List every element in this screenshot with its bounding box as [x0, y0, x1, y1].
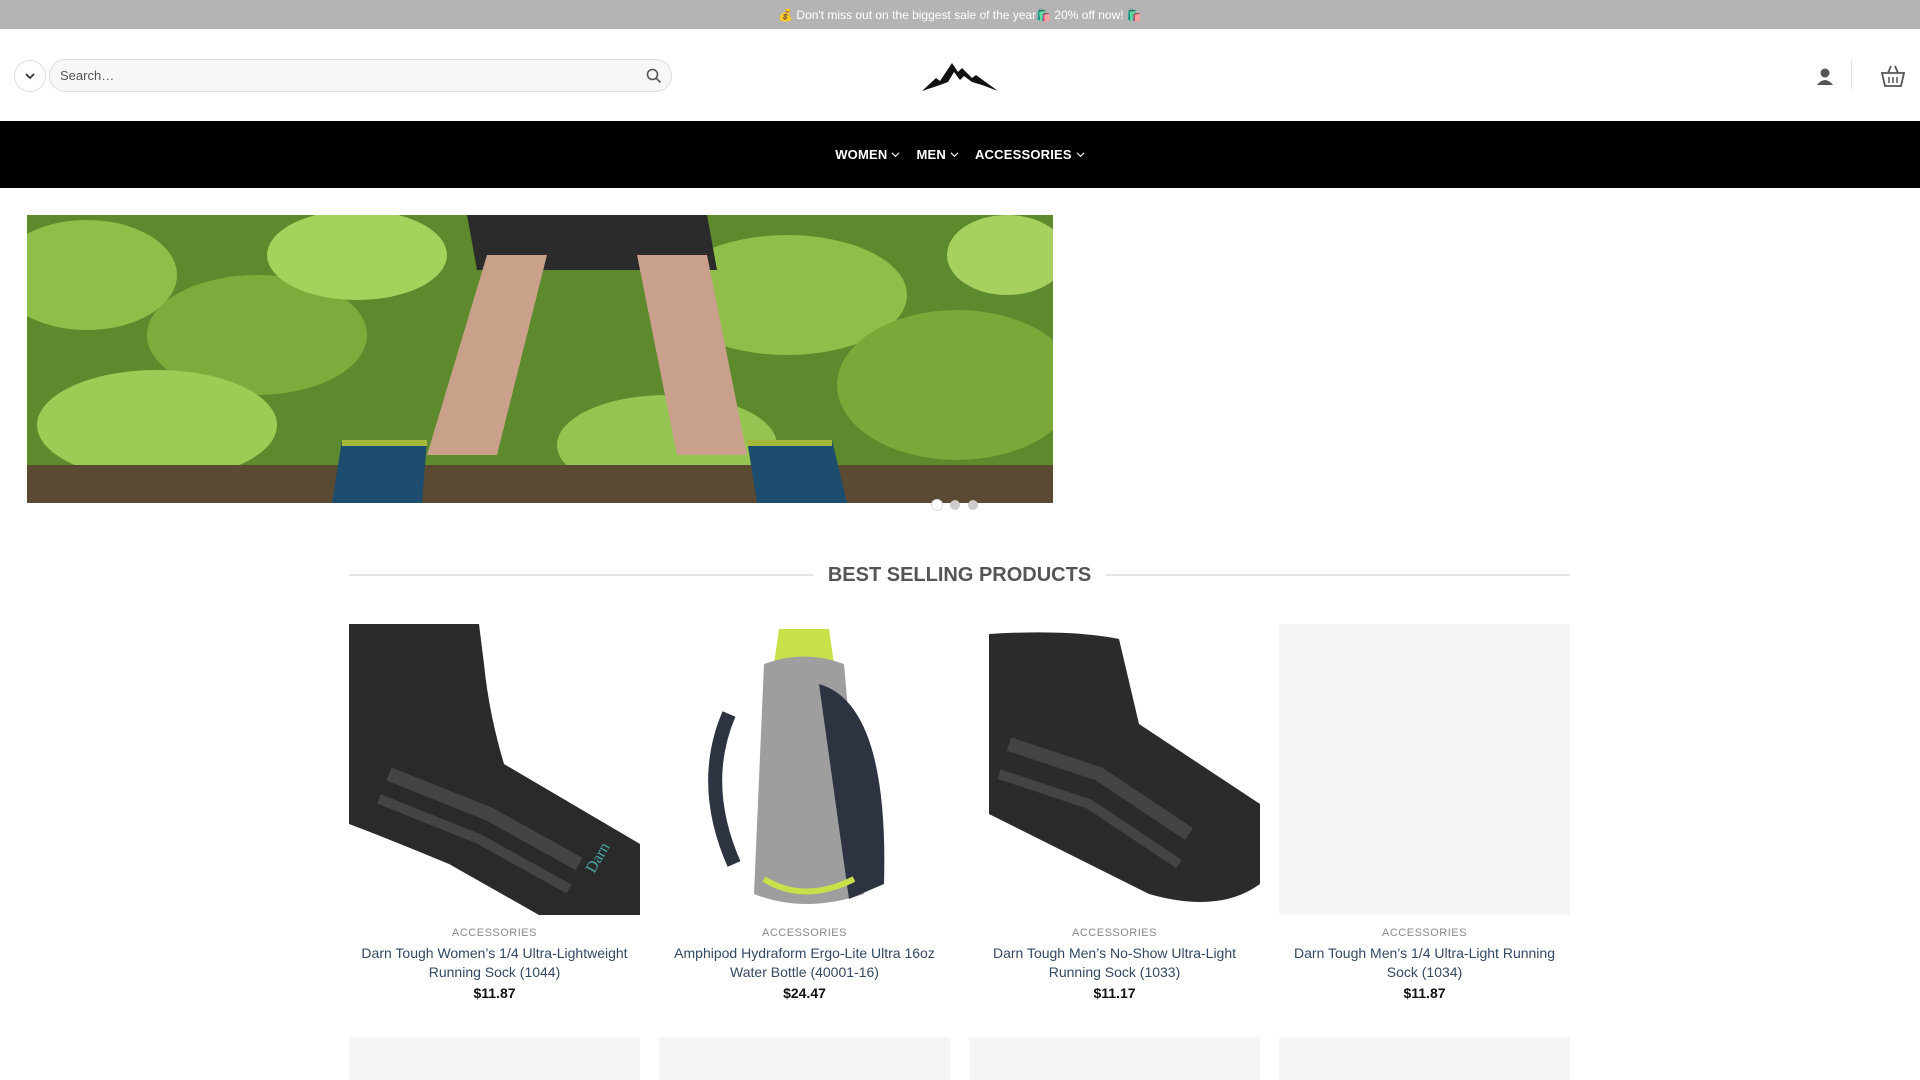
- cart-icon: [1880, 65, 1906, 87]
- chevron-down-icon: [25, 73, 35, 80]
- slider-dots: [932, 500, 978, 510]
- product-card[interactable]: ACCESSORIES Darn Tough Men’s 1/4 Ultra-L…: [1279, 624, 1570, 1001]
- product-image-placeholder[interactable]: [1279, 624, 1570, 915]
- product-image-placeholder[interactable]: [349, 1037, 640, 1080]
- chevron-down-icon: [891, 152, 900, 158]
- chevron-down-icon: [950, 152, 959, 158]
- product-image-placeholder[interactable]: [659, 1037, 950, 1080]
- account-button[interactable]: [1814, 66, 1836, 88]
- product-card[interactable]: Darn ACCESSORIES Darn Tough Women’s 1/4 …: [349, 624, 640, 1001]
- product-image-placeholder[interactable]: [1279, 1037, 1570, 1080]
- search-box: [49, 59, 672, 92]
- product-image[interactable]: [969, 624, 1260, 915]
- product-grid-row-2: [349, 1037, 1570, 1080]
- mountain-logo: [922, 63, 998, 91]
- product-price: $11.87: [473, 985, 516, 1001]
- section-title: BEST SELLING PRODUCTS: [827, 563, 1092, 586]
- product-image[interactable]: [659, 624, 950, 915]
- hero-slider[interactable]: [27, 215, 1053, 503]
- product-card[interactable]: ACCESSORIES Darn Tough Men’s No-Show Ult…: [969, 624, 1260, 1001]
- section-heading: BEST SELLING PRODUCTS: [349, 560, 1571, 590]
- account-icon: [1817, 68, 1833, 85]
- search-icon: [646, 68, 662, 83]
- nav-item-women[interactable]: WOMEN: [835, 147, 900, 162]
- nav-label: WOMEN: [835, 147, 888, 162]
- nav-label: ACCESSORIES: [974, 147, 1072, 162]
- search-input[interactable]: [50, 60, 637, 91]
- product-price: $11.17: [1093, 985, 1136, 1001]
- product-image-placeholder[interactable]: [969, 1037, 1260, 1080]
- sock-image: Darn: [349, 624, 640, 915]
- promo-text: 💰 Don't miss out on the biggest sale of …: [778, 7, 1142, 22]
- slider-dot-3[interactable]: [968, 500, 978, 510]
- search-button[interactable]: [637, 60, 671, 91]
- product-price: $24.47: [783, 985, 826, 1001]
- nav-item-men[interactable]: MEN: [916, 147, 959, 162]
- product-card[interactable]: ACCESSORIES Amphipod Hydraform Ergo-Lite…: [659, 624, 950, 1001]
- menu-toggle-button[interactable]: [14, 60, 46, 92]
- product-category[interactable]: ACCESSORIES: [659, 927, 950, 939]
- product-name[interactable]: Darn Tough Men’s No-Show Ultra-Light Run…: [969, 944, 1260, 982]
- cart-button[interactable]: [1880, 64, 1906, 88]
- main-nav: WOMEN MEN ACCESSORIES: [0, 121, 1920, 188]
- promo-banner: 💰 Don't miss out on the biggest sale of …: [0, 0, 1920, 29]
- product-grid: Darn ACCESSORIES Darn Tough Women’s 1/4 …: [349, 624, 1570, 1001]
- site-header: [0, 29, 1920, 121]
- heading-line-left: [349, 574, 813, 576]
- header-divider: [1851, 61, 1852, 89]
- slider-dot-1[interactable]: [932, 500, 942, 510]
- product-category[interactable]: ACCESSORIES: [1279, 927, 1570, 939]
- chevron-down-icon: [1076, 152, 1085, 158]
- site-logo[interactable]: [922, 58, 998, 93]
- product-category[interactable]: ACCESSORIES: [969, 927, 1260, 939]
- hero-image: [27, 215, 1053, 503]
- bottle-image: [659, 624, 950, 915]
- heading-line-right: [1106, 574, 1571, 576]
- product-price: $11.87: [1403, 985, 1446, 1001]
- nav-label: MEN: [916, 147, 946, 162]
- product-image[interactable]: Darn: [349, 624, 640, 915]
- product-name[interactable]: Darn Tough Women’s 1/4 Ultra-Lightweight…: [349, 944, 640, 982]
- product-category[interactable]: ACCESSORIES: [349, 927, 640, 939]
- nav-item-accessories[interactable]: ACCESSORIES: [975, 147, 1085, 162]
- product-name[interactable]: Amphipod Hydraform Ergo-Lite Ultra 16oz …: [659, 944, 950, 982]
- product-name[interactable]: Darn Tough Men’s 1/4 Ultra-Light Running…: [1279, 944, 1570, 982]
- sock-image: [969, 624, 1260, 915]
- slider-dot-2[interactable]: [950, 500, 960, 510]
